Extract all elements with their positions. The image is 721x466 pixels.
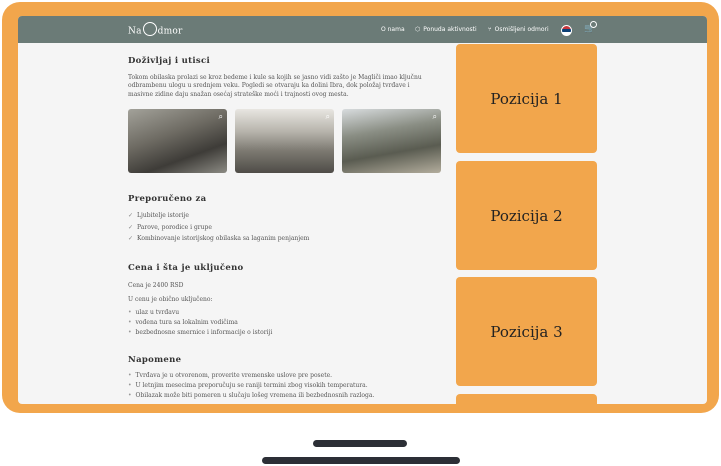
zoom-icon[interactable]: ⌕: [326, 112, 330, 122]
notes-heading: Napomene: [128, 355, 182, 365]
list-item: ✓ Parove, porodice i grupe: [128, 222, 309, 234]
zoom-icon[interactable]: ⌕: [433, 112, 437, 122]
ad-position-2[interactable]: Pozicija 2: [456, 161, 597, 270]
list-item-text: bezbednosne smernice i informacije o ist…: [135, 328, 273, 336]
list-item: • vođena tura sa lokalnim vodičima: [128, 318, 272, 328]
bullet-icon: •: [128, 309, 132, 316]
notes-list: • Tvrđava je u otvorenom, proverite vreme…: [128, 371, 374, 400]
nav-about-link[interactable]: O nama: [381, 26, 405, 33]
ad-position-3[interactable]: Pozicija 3: [456, 277, 597, 386]
check-icon: ✓: [128, 212, 134, 219]
list-item-text: Parove, porodice i grupe: [137, 223, 212, 231]
list-item-text: Tvrđava je u otvorenom, proverite vremen…: [135, 372, 333, 379]
bullet-icon: •: [128, 391, 132, 399]
nav-holidays-label: Osmišljeni odmori: [494, 26, 549, 33]
monitor-stand-neck: [313, 440, 407, 447]
list-item-text: Obilazak može biti pomeren u slučaju loš…: [135, 391, 375, 399]
list-item: • ulaz u tvrđavu: [128, 308, 272, 318]
bullet-icon: •: [128, 372, 132, 379]
bullet-icon: •: [128, 328, 132, 336]
nav-activities-link[interactable]: ⬡ Ponuda aktivnosti: [415, 26, 477, 33]
logo-circle-icon: [142, 22, 157, 36]
list-item: ✓ Kombinovanje istorijskog obilaska sa la…: [128, 233, 309, 245]
list-item: ✓ Ljubitelje istorije: [128, 210, 309, 222]
list-item: • U letnjim mesecima preporučuju se ranij…: [128, 381, 374, 391]
list-item-text: U letnjim mesecima preporučuju se raniji…: [135, 381, 368, 389]
list-item-text: Kombinovanje istorijskog obilaska sa lag…: [137, 235, 310, 242]
list-item: • Obilazak može biti pomeren u slučaju lo…: [128, 391, 374, 401]
list-item: • Tvrđava je u otvorenom, proverite vreme…: [128, 371, 374, 381]
list-item-text: vođena tura sa lokalnim vodičima: [135, 318, 238, 326]
zoom-icon[interactable]: ⌕: [219, 112, 223, 122]
price-text: Cena je 2400 RSD: [128, 282, 184, 289]
list-item-text: ulaz u tvrđavu: [135, 309, 180, 316]
cart-badge: [590, 21, 597, 28]
nav-activities-label: Ponuda aktivnosti: [423, 26, 477, 33]
gallery-photo-3[interactable]: ⌕: [342, 109, 441, 173]
screen: Na dmor O nama ⬡ Ponuda aktivnosti ⑂ Osmišl…: [18, 16, 707, 404]
gallery-photo-2[interactable]: ⌕: [235, 109, 334, 173]
check-icon: ✓: [128, 223, 134, 231]
navbar: Na dmor O nama ⬡ Ponuda aktivnosti ⑂ Osmišl…: [18, 16, 707, 43]
monitor-stand-base: [262, 457, 460, 464]
experience-heading: Doživljaj i utisci: [128, 56, 210, 66]
serbian-flag-icon[interactable]: [561, 25, 572, 36]
bullet-icon: •: [128, 318, 132, 326]
ad-position-4[interactable]: [456, 394, 597, 404]
gallery-photo-1[interactable]: ⌕: [128, 109, 227, 173]
utensils-icon: ⑂: [488, 26, 492, 33]
nav-holidays-link[interactable]: ⑂ Osmišljeni odmori: [488, 26, 549, 33]
logo[interactable]: Na dmor: [128, 22, 182, 38]
check-icon: ✓: [128, 235, 134, 242]
experience-text: Tokom obilaska prolazi se kroz bedeme i …: [128, 74, 422, 98]
recommended-list: ✓ Ljubitelje istorije ✓ Parove, porodice i…: [128, 210, 309, 245]
list-item-text: Ljubitelje istorije: [137, 212, 189, 219]
ad-position-1[interactable]: Pozicija 1: [456, 44, 597, 153]
tag-icon: ⬡: [415, 26, 421, 33]
monitor-frame: Na dmor O nama ⬡ Ponuda aktivnosti ⑂ Osmišl…: [2, 2, 719, 413]
bullet-icon: •: [128, 381, 132, 389]
included-label: U cenu je obično uključeno:: [128, 296, 213, 303]
price-heading: Cena i šta je uključeno: [128, 263, 244, 273]
list-item: • bezbednosne smernice i informacije o is…: [128, 328, 272, 338]
included-list: • ulaz u tvrđavu • vođena tura sa lokalnim…: [128, 308, 272, 337]
recommended-heading: Preporučeno za: [128, 194, 207, 204]
